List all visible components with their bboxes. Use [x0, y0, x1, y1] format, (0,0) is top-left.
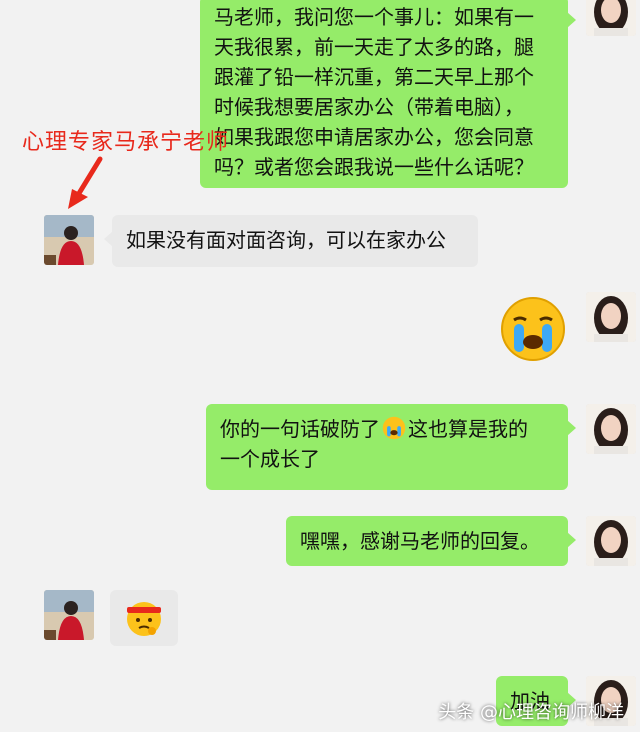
avatar-self[interactable] [586, 404, 636, 454]
message-text: 你的一句话破防了 [220, 417, 380, 441]
message-text: 如果没有面对面咨询，可以在家办公 [126, 228, 446, 252]
message-bubble-received[interactable] [110, 590, 178, 646]
avatar-self[interactable] [586, 516, 636, 566]
message-text-line: 马老师，我问您一个事儿：如果有一 [214, 5, 534, 29]
message-text-line: 你的一句话破防了 这也算是我的 [220, 414, 554, 444]
thinking-headband-emoji-icon [127, 602, 161, 636]
message-text-line: 如果我跟您申请居家办公，您会同意 [214, 125, 534, 149]
crying-emoji-icon [382, 416, 406, 440]
avatar-teacher[interactable] [44, 590, 94, 640]
message-text-line: 天我很累，前一天走了太多的路，腿 [214, 35, 534, 59]
message-text: 嘿嘿，感谢马老师的回复。 [300, 529, 540, 553]
red-arrow-icon [68, 156, 103, 209]
message-text: 这也算是我的 [408, 417, 528, 441]
crying-emoji-icon[interactable] [500, 296, 566, 362]
avatar-self[interactable] [586, 0, 636, 36]
message-bubble-sent[interactable]: 马老师，我问您一个事儿：如果有一 天我很累，前一天走了太多的路，腿 跟灌了铅一样… [200, 0, 576, 188]
message-bubble-received[interactable]: 如果没有面对面咨询，可以在家办公 [104, 215, 478, 267]
message-text-line: 一个成长了 [220, 447, 320, 471]
annotation-label: 心理专家马承宁老师 [22, 130, 230, 155]
avatar-self[interactable] [586, 292, 636, 342]
message-text-line: 跟灌了铅一样沉重，第二天早上那个 [214, 65, 534, 89]
watermark: 头条 @心理咨询师柳洋 [438, 702, 624, 723]
message-text-line: 时候我想要居家办公（带着电脑）， [214, 95, 524, 119]
message-text-line: 吗？或者您会跟我说一些什么话呢？ [214, 155, 534, 179]
chat-window: 马老师，我问您一个事儿：如果有一 天我很累，前一天走了太多的路，腿 跟灌了铅一样… [0, 0, 640, 732]
message-bubble-sent[interactable]: 你的一句话破防了 这也算是我的 一个成长了 [206, 404, 576, 490]
avatar-teacher[interactable] [44, 215, 94, 265]
message-bubble-sent[interactable]: 嘿嘿，感谢马老师的回复。 [286, 516, 576, 566]
